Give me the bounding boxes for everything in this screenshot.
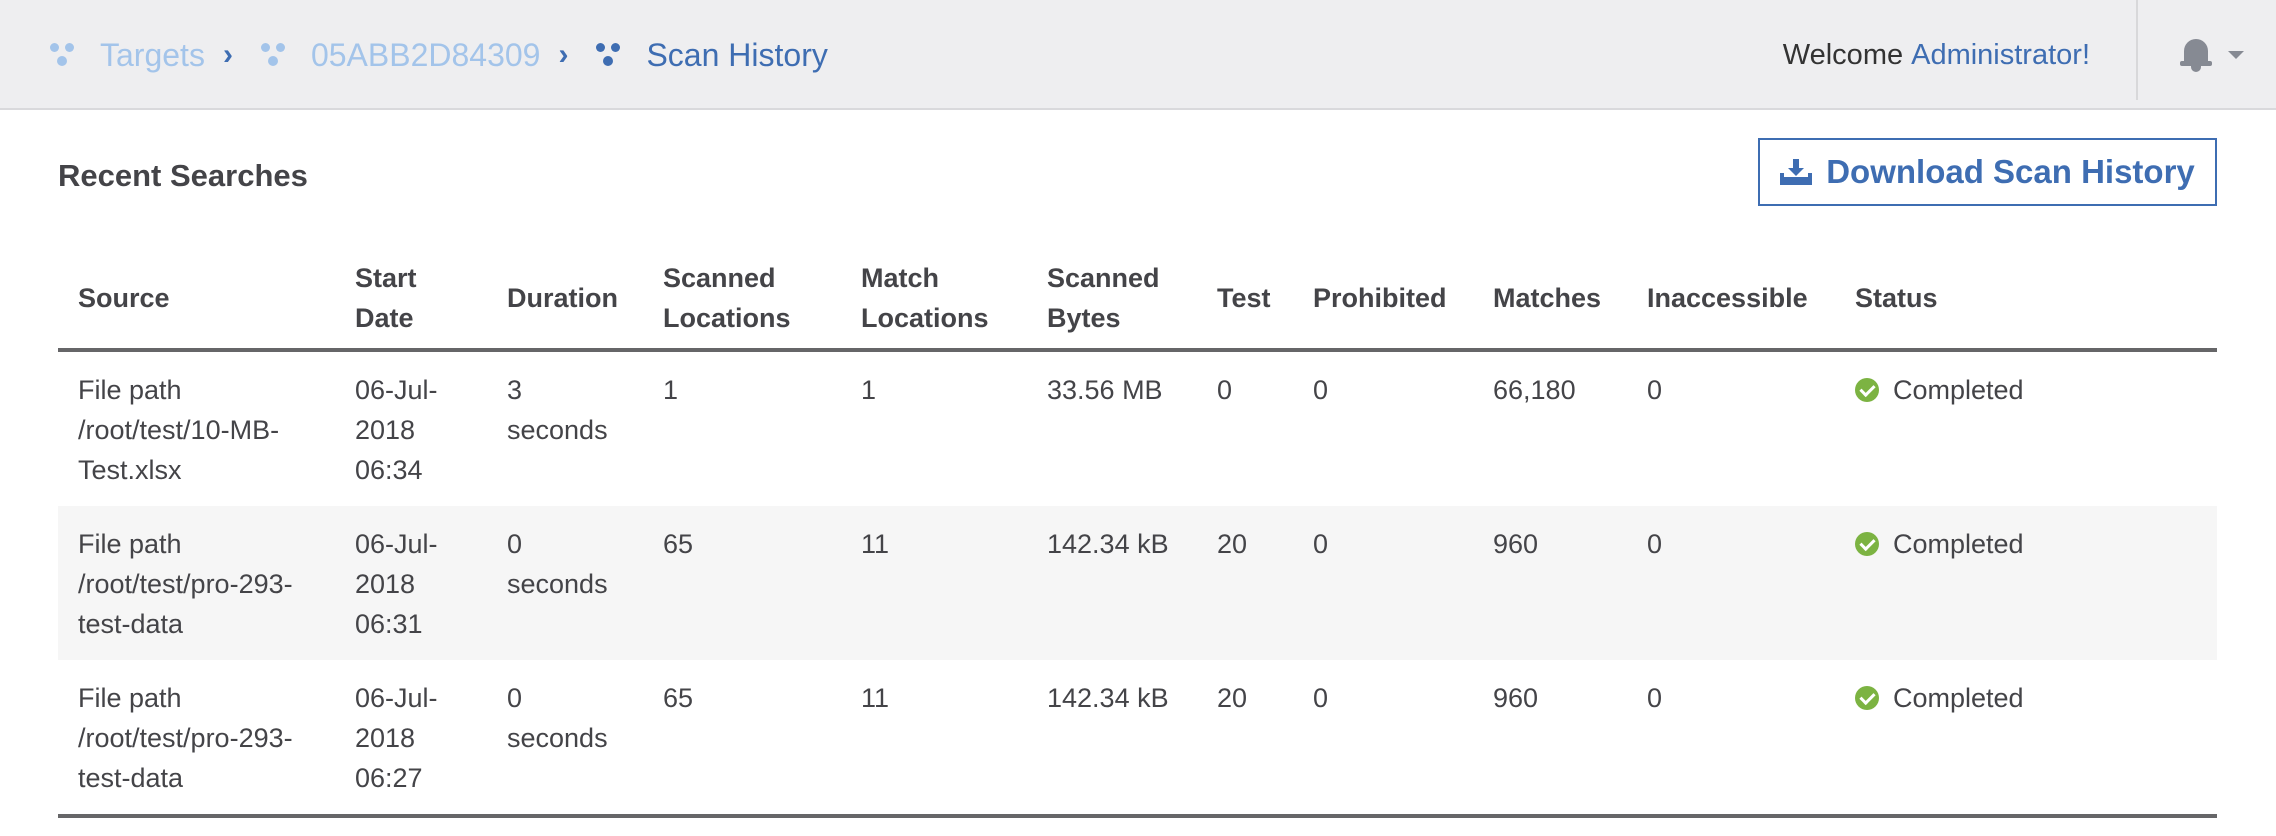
header-divider — [2136, 0, 2138, 100]
cell-test: 20 — [1197, 506, 1293, 660]
user-name-link[interactable]: Administrator! — [1911, 39, 2090, 72]
breadcrumb-label: Targets — [100, 36, 205, 73]
cell-match-locations: 1 — [861, 375, 877, 405]
cell-test: 20 — [1197, 660, 1293, 818]
table-header-row: Source Start Date Duration Scanned Locatio… — [58, 252, 2217, 352]
notifications-dropdown[interactable] — [2180, 30, 2244, 80]
dots-icon — [259, 41, 289, 69]
welcome-text: Welcome — [1782, 38, 1904, 71]
cell-matches: 960 — [1473, 506, 1627, 660]
breadcrumb: Targets › 05ABB2D84309 › Scan History — [48, 0, 828, 110]
cell-inaccessible: 0 — [1627, 660, 1835, 818]
download-icon — [1780, 159, 1813, 185]
chevron-right-icon: › — [558, 38, 569, 71]
download-scan-history-button[interactable]: Download Scan History — [1758, 138, 2217, 206]
breadcrumb-label: 05ABB2D84309 — [310, 36, 541, 73]
column-header-matches[interactable]: Matches — [1473, 252, 1627, 352]
top-bar: Targets › 05ABB2D84309 › Scan History We… — [0, 0, 2276, 110]
cell-scanned-locations: 65 — [643, 506, 841, 660]
cell-scanned-locations: 65 — [643, 660, 841, 818]
scan-history-table: Source Start Date Duration Scanned Locatio… — [58, 252, 2217, 818]
cell-status: Completed — [1835, 506, 2217, 660]
column-header-duration[interactable]: Duration — [487, 252, 643, 352]
column-header-prohibited[interactable]: Prohibited — [1293, 252, 1473, 352]
cell-match-locations: 11 — [841, 506, 1027, 660]
welcome-message: Welcome Administrator! — [1783, 0, 2090, 110]
breadcrumb-scan-history: Scan History — [594, 36, 828, 74]
cell-scanned-bytes: 142.34 kB — [1027, 660, 1197, 818]
dots-icon — [48, 41, 78, 69]
check-circle-icon — [1855, 532, 1879, 556]
cell-prohibited: 0 — [1293, 506, 1473, 660]
cell-source: File path/root/test/pro-293- test-data — [58, 660, 335, 818]
cell-match-locations: 11 — [841, 660, 1027, 818]
chevron-right-icon: › — [222, 38, 233, 71]
cell-scanned-locations: 1 — [663, 375, 679, 405]
cell-source: File path/root/test/pro-293- test-data — [58, 506, 335, 660]
column-header-status[interactable]: Status — [1835, 252, 2217, 352]
cell-prohibited: 0 — [1293, 660, 1473, 818]
column-header-scanned-bytes[interactable]: Scanned Bytes — [1027, 252, 1197, 352]
table-row[interactable]: File path/root/test/10-MB- Test.xlsx 06-J… — [58, 350, 2217, 506]
section-title: Recent Searches — [58, 158, 308, 193]
breadcrumb-label: Scan History — [646, 36, 828, 73]
check-circle-icon — [1855, 378, 1879, 402]
cell-start-date: 06-Jul- 2018 06:31 — [335, 506, 487, 660]
check-circle-icon — [1855, 686, 1879, 710]
cell-start-date: 06-Jul- 2018 06:34 — [355, 375, 438, 485]
cell-duration: 0 seconds — [487, 506, 643, 660]
cell-scanned-bytes: 33.56 MB — [1047, 375, 1163, 405]
breadcrumb-target-id[interactable]: 05ABB2D84309 — [259, 36, 541, 74]
cell-inaccessible: 0 — [1627, 506, 1835, 660]
cell-scanned-bytes: 142.34 kB — [1027, 506, 1197, 660]
table-row[interactable]: File path/root/test/pro-293- test-data 06… — [58, 506, 2217, 660]
cell-start-date: 06-Jul- 2018 06:27 — [335, 660, 487, 818]
cell-matches: 66,180 — [1493, 375, 1576, 405]
column-header-test[interactable]: Test — [1197, 252, 1293, 352]
dots-icon — [594, 41, 624, 69]
cell-status: Completed — [1835, 350, 2217, 506]
column-header-scanned-locations[interactable]: Scanned Locations — [643, 252, 841, 352]
cell-duration: 0 seconds — [487, 660, 643, 818]
cell-prohibited: 0 — [1313, 375, 1329, 405]
status-badge: Completed — [1893, 529, 2024, 559]
cell-matches: 960 — [1473, 660, 1627, 818]
table-row[interactable]: File path/root/test/pro-293- test-data 06… — [58, 660, 2217, 818]
cell-inaccessible: 0 — [1647, 375, 1663, 405]
download-button-label: Download Scan History — [1826, 153, 2195, 190]
cell-duration: 3 seconds — [507, 375, 608, 445]
column-header-inaccessible[interactable]: Inaccessible — [1627, 252, 1835, 352]
status-badge: Completed — [1893, 375, 2024, 405]
column-header-source[interactable]: Source — [58, 252, 335, 352]
breadcrumb-targets[interactable]: Targets — [48, 37, 205, 74]
caret-down-icon — [2228, 51, 2244, 59]
status-badge: Completed — [1893, 683, 2024, 713]
cell-test: 0 — [1217, 375, 1233, 405]
bell-icon — [2180, 37, 2212, 73]
column-header-match-locations[interactable]: Match Locations — [841, 252, 1027, 352]
cell-source: File path/root/test/10-MB- Test.xlsx — [78, 375, 280, 485]
cell-status: Completed — [1835, 660, 2217, 818]
column-header-start-date[interactable]: Start Date — [335, 252, 487, 352]
